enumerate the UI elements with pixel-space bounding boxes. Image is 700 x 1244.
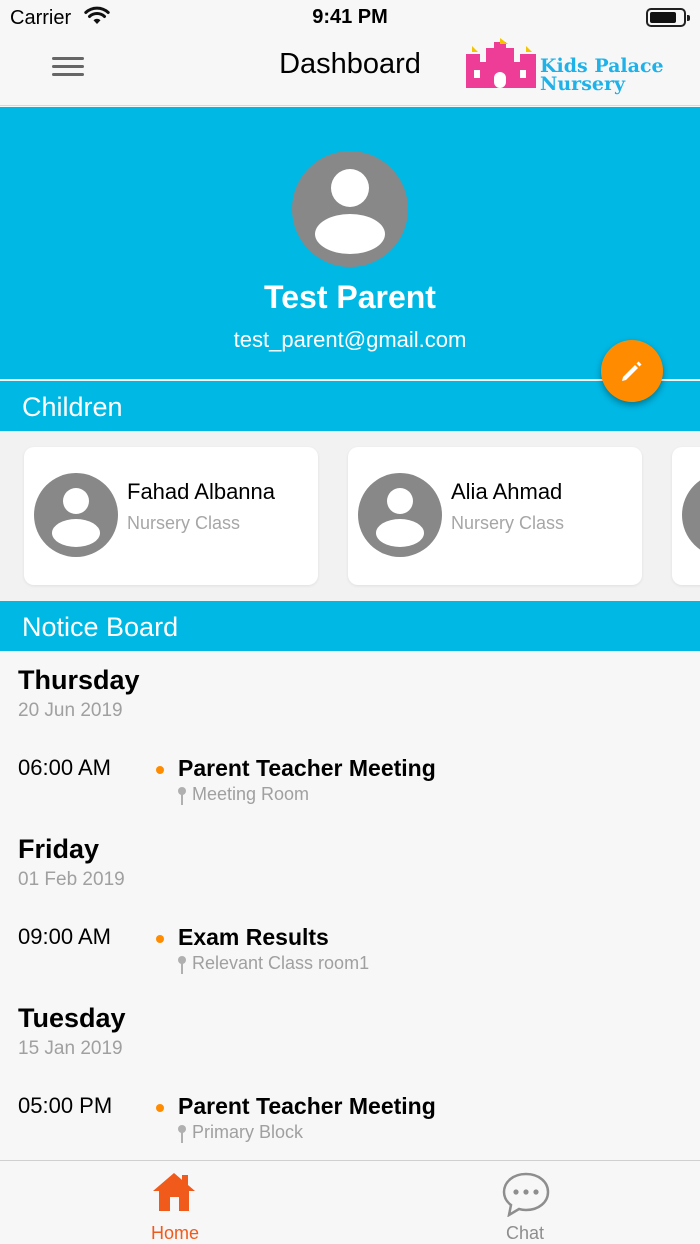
notice-day-group: Friday 01 Feb 2019 [18,834,125,891]
notice-title: Parent Teacher Meeting [178,755,436,781]
tab-chat[interactable]: Chat [350,1161,700,1244]
avatar-icon [34,473,118,557]
notice-date: 01 Feb 2019 [18,869,125,890]
tab-home-label: Home [150,1223,199,1243]
notice-location: Relevant Class room1 [192,953,370,973]
tab-home[interactable]: Home [0,1161,350,1244]
notice-location: Primary Block [192,1122,304,1142]
notice-title: Parent Teacher Meeting [178,1093,436,1119]
profile-name: Test Parent [264,279,436,315]
avatar-icon [682,480,700,550]
notice-time: 09:00 AM [18,924,111,949]
child-card[interactable]: Fahad Albanna Nursery Class [24,447,318,585]
location-pin-icon [178,787,186,805]
child-card-partial[interactable] [672,447,700,585]
child-class: Nursery Class [451,513,565,533]
notice-day: Thursday [18,665,140,695]
notice-item[interactable]: 09:00 AM Exam Results Relevant Class roo… [0,924,700,974]
notice-location: Meeting Room [192,784,310,804]
bullet-dot [156,935,164,943]
notice-item[interactable]: 05:00 PM Parent Teacher Meeting Primary … [0,1093,700,1143]
location-pin-icon [178,956,186,974]
child-card[interactable]: Alia Ahmad Nursery Class [348,447,642,585]
notice-day: Tuesday [18,1003,126,1033]
notice-time: 06:00 AM [18,755,111,780]
child-name: Fahad Albanna [127,479,276,504]
notice-board-section-header: Notice Board [0,601,700,651]
battery-icon [646,8,690,27]
chat-bubble-icon [502,1172,550,1217]
bullet-dot [156,1104,164,1112]
notice-day-group: Tuesday 15 Jan 2019 [18,1003,126,1060]
notice-day: Friday [18,834,100,864]
notice-date: 15 Jan 2019 [18,1038,123,1059]
child-name: Alia Ahmad [451,479,563,504]
logo-text-line2: Nursery [540,73,626,95]
notice-day-group: Thursday 20 Jun 2019 [18,665,140,722]
notice-date: 20 Jun 2019 [18,700,123,721]
children-section-header: Children [0,381,700,431]
tab-bar: Home Chat [0,1160,700,1244]
tab-chat-label: Chat [505,1223,545,1243]
child-class: Nursery Class [127,513,241,533]
clock: 9:41 PM [312,6,388,28]
notice-list[interactable]: Thursday 20 Jun 2019 06:00 AM Parent Tea… [0,651,700,1160]
bullet-dot [156,766,164,774]
location-pin-icon [178,1125,186,1143]
status-bar: Carrier 9:41 PM [0,0,700,36]
home-icon [153,1173,195,1211]
children-carousel[interactable]: Fahad Albanna Nursery Class Alia Ahmad N… [0,431,700,601]
avatar-icon [292,151,408,267]
notice-item[interactable]: 06:00 AM Parent Teacher Meeting Meeting … [0,755,700,805]
profile-header: Test Parent test_parent@gmail.com [0,107,700,379]
notice-time: 05:00 PM [18,1093,113,1118]
notice-title: Exam Results [178,924,329,950]
navigation-bar: Dashboard Kids Palace Nursery [0,36,700,106]
profile-email: test_parent@gmail.com [233,327,467,352]
brand-logo: Kids Palace Nursery [466,38,664,95]
avatar-icon [358,473,442,557]
pencil-icon [622,361,642,381]
edit-profile-button[interactable] [601,340,663,402]
